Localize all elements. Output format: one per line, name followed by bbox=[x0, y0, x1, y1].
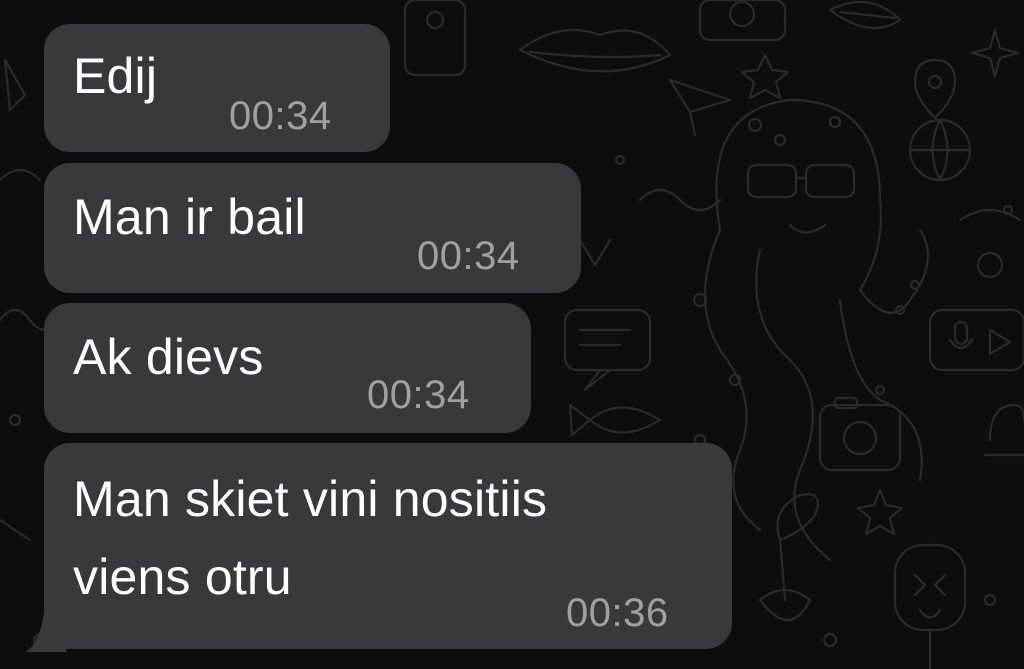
message-timestamp: 00:34 bbox=[229, 94, 332, 138]
fish-icon bbox=[568, 403, 662, 437]
message-text: Man ir bail bbox=[73, 189, 306, 245]
star-icon bbox=[740, 53, 790, 100]
message-text-line: viens otru bbox=[73, 549, 292, 605]
lips-icon bbox=[518, 28, 672, 73]
camera-icon bbox=[698, 0, 787, 42]
message-text-line: Man skiet vini nositiis bbox=[73, 471, 548, 527]
send-arrow-icon bbox=[668, 78, 732, 137]
message-text: Edij bbox=[73, 48, 158, 104]
phone-icon bbox=[403, 0, 467, 77]
popsicle-icon bbox=[893, 543, 967, 669]
chat-bubble-icon bbox=[563, 308, 652, 392]
bell-icon bbox=[983, 403, 1024, 457]
octopus-doodle bbox=[703, 98, 930, 562]
plant-icon bbox=[758, 493, 819, 621]
paper-plane-icon bbox=[3, 58, 27, 112]
message-timestamp: 00:34 bbox=[417, 234, 520, 278]
star-icon-2 bbox=[856, 488, 904, 536]
basketball-icon bbox=[908, 118, 972, 182]
message-bubble[interactable]: Man skiet vini nositiis viens otru 00:36 bbox=[44, 443, 732, 649]
leaf-icon bbox=[828, 0, 902, 30]
camera-icon-2 bbox=[818, 396, 902, 472]
chat-view: Edij 00:34 Man ir bail 00:34 Ak dievs 00… bbox=[0, 0, 1024, 669]
message-timestamp: 00:34 bbox=[367, 373, 470, 417]
sparkle-icon bbox=[970, 28, 1020, 78]
message-bubble[interactable]: Ak dievs 00:34 bbox=[44, 303, 531, 433]
message-text: Ak dievs bbox=[73, 329, 264, 385]
microphone-card-icon bbox=[928, 308, 1024, 372]
message-bubble[interactable]: Man ir bail 00:34 bbox=[44, 163, 581, 293]
message-timestamp: 00:36 bbox=[566, 591, 669, 635]
message-bubble[interactable]: Edij 00:34 bbox=[44, 24, 390, 152]
location-pin-icon bbox=[913, 58, 957, 120]
